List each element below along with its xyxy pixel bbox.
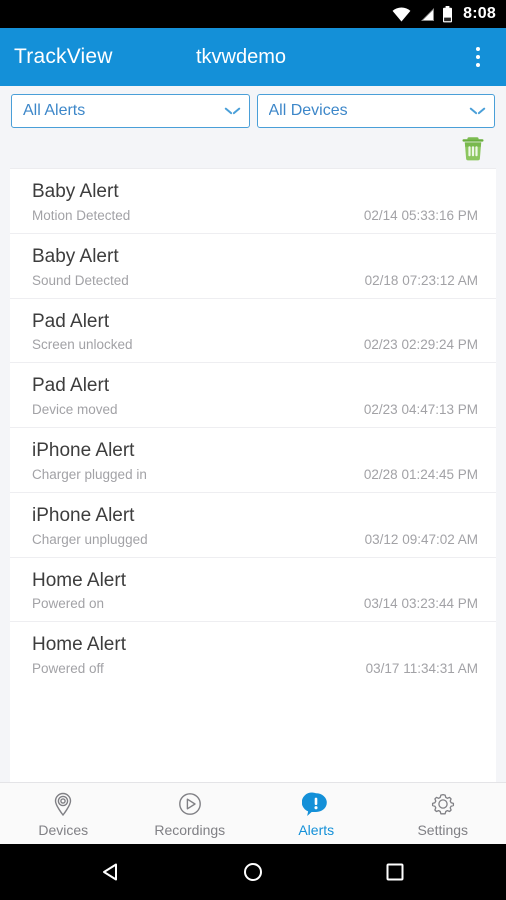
alert-title: iPhone Alert <box>32 440 135 461</box>
chevron-down-icon <box>225 107 240 116</box>
alert-row[interactable]: Home Alert Powered on 03/14 03:23:44 PM <box>10 558 496 623</box>
alert-subrow: Powered off 03/17 11:34:31 AM <box>32 661 478 676</box>
location-pin-icon <box>49 789 77 819</box>
overflow-dot <box>476 63 480 67</box>
alert-title: Home Alert <box>32 634 126 656</box>
tab-label: Settings <box>417 822 469 838</box>
toolbar-actions <box>0 128 506 168</box>
alert-timestamp: 03/14 03:23:44 PM <box>363 596 478 612</box>
alert-timestamp: 02/18 07:23:12 AM <box>364 272 478 288</box>
home-circle-icon <box>244 863 262 881</box>
alert-title: iPhone Alert <box>32 504 135 526</box>
alert-description: Charger plugged in <box>32 466 147 482</box>
alert-title: Pad Alert <box>32 375 110 397</box>
alert-list[interactable]: Baby Alert Motion Detected 02/14 05:33:16 … <box>10 168 496 782</box>
alert-timestamp: 02/23 02:29:24 PM <box>363 337 478 353</box>
battery-icon <box>442 5 453 23</box>
alert-title: Baby Alert <box>32 181 119 202</box>
alert-description: Charger unplugged <box>32 531 148 547</box>
alert-description: Motion Detected <box>32 207 131 223</box>
alert-row[interactable]: Baby Alert Motion Detected 02/14 05:33:16 … <box>10 169 496 234</box>
back-triangle-icon <box>103 863 117 881</box>
alert-row[interactable]: Pad Alert Device moved 02/23 04:47:13 PM <box>10 363 496 428</box>
tab-label: Alerts <box>298 822 335 838</box>
alert-row[interactable]: Home Alert Powered off 03/17 11:34:31 AM <box>10 622 496 686</box>
status-bar-clock: 8:08 <box>463 5 496 22</box>
alert-subrow: Screen unlocked 02/23 02:29:24 PM <box>32 337 478 352</box>
tab-label: Devices <box>38 822 89 838</box>
alert-title: Home Alert <box>32 569 126 591</box>
alert-bubble-icon <box>302 792 327 816</box>
alert-description: Sound Detected <box>32 272 129 288</box>
alert-subrow: Sound Detected 02/18 07:23:12 AM <box>32 273 478 288</box>
device-dropdown-value: All Devices <box>268 102 348 119</box>
tab-recordings[interactable]: Recordings <box>127 783 254 844</box>
app-bar: TrackView tkvwdemo <box>0 28 506 86</box>
alert-title: Pad Alert <box>32 310 110 332</box>
alert-subrow: Powered on 03/14 03:23:44 PM <box>32 596 478 611</box>
alert-timestamp: 02/14 05:33:16 PM <box>363 207 478 223</box>
alert-row[interactable]: Baby Alert Sound Detected 02/18 07:23:12 A… <box>10 234 496 299</box>
tab-label: Recordings <box>154 822 226 838</box>
alert-timestamp: 02/28 01:24:45 PM <box>363 466 478 482</box>
bottom-tab-bar: Devices Recordings Alerts Settings <box>0 782 506 844</box>
play-circle-icon <box>178 793 201 815</box>
alert-type-dropdown[interactable]: All Alerts <box>11 94 250 128</box>
gear-icon <box>431 793 454 815</box>
app-title: TrackView <box>14 45 113 68</box>
alert-description: Screen unlocked <box>32 337 133 353</box>
tab-alerts[interactable]: Alerts <box>253 783 380 844</box>
alert-row[interactable]: iPhone Alert Charger unplugged 03/12 09:47… <box>10 493 496 558</box>
chevron-down-icon <box>470 107 485 116</box>
tab-settings[interactable]: Settings <box>380 783 506 844</box>
overflow-menu-button[interactable] <box>464 37 492 77</box>
recents-square-icon <box>386 863 404 881</box>
overflow-dot <box>476 47 480 51</box>
alert-subrow: Device moved 02/23 04:47:13 PM <box>32 402 478 417</box>
gear-icon <box>429 789 457 819</box>
alert-row[interactable]: Pad Alert Screen unlocked 02/23 02:29:24 P… <box>10 299 496 364</box>
alert-subrow: Charger unplugged 03/12 09:47:02 AM <box>32 532 478 547</box>
filter-bar: All Alerts All Devices <box>0 86 506 128</box>
android-status-bar: 8:08 <box>0 0 506 28</box>
alert-subrow: Charger plugged in 02/28 01:24:45 PM <box>32 467 478 482</box>
alert-type-dropdown-value: All Alerts <box>23 102 86 119</box>
wifi-icon <box>392 7 411 22</box>
alert-timestamp: 02/23 04:47:13 PM <box>363 402 478 417</box>
tab-devices[interactable]: Devices <box>0 783 127 844</box>
alert-title: Baby Alert <box>32 245 119 267</box>
alert-subrow: Motion Detected 02/14 05:33:16 PM <box>32 208 478 223</box>
play-circle-icon <box>176 789 204 819</box>
nav-recents-button[interactable] <box>373 850 417 894</box>
alert-timestamp: 03/17 11:34:31 AM <box>365 661 478 676</box>
android-navigation-bar <box>0 844 506 900</box>
delete-all-button[interactable] <box>458 133 488 163</box>
nav-home-button[interactable] <box>231 850 275 894</box>
app-screen: 8:08 TrackView tkvwdemo All Alerts All D… <box>0 0 506 900</box>
nav-back-button[interactable] <box>89 850 133 894</box>
alert-timestamp: 03/12 09:47:02 AM <box>364 531 478 547</box>
location-pin-icon <box>55 792 72 817</box>
cellular-signal-icon <box>418 7 435 22</box>
alert-bubble-icon <box>302 789 330 819</box>
alert-row[interactable]: iPhone Alert Charger plugged in 02/28 01:2… <box>10 428 496 493</box>
alert-description: Powered off <box>32 661 104 676</box>
alert-description: Powered on <box>32 596 105 612</box>
alert-description: Device moved <box>32 402 118 417</box>
trash-icon <box>462 137 484 161</box>
overflow-dot <box>476 55 480 59</box>
device-dropdown[interactable]: All Devices <box>256 94 495 128</box>
